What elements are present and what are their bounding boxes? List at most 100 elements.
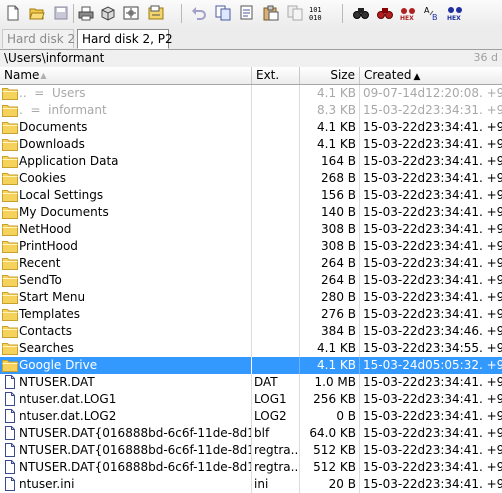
folder-icon (2, 222, 18, 236)
name-cell[interactable]: .. = Users (2, 85, 252, 102)
options-icon[interactable] (122, 4, 140, 22)
ext-cell: DAT (252, 374, 300, 391)
file-row[interactable]: ntuser.ini ini 20 B 15-03-22d23:34:41. +9 (0, 476, 502, 493)
sort-ascending-icon: ▲ (413, 72, 421, 82)
column-header-size[interactable]: Size (300, 67, 360, 84)
name-cell[interactable]: PrintHood (2, 238, 252, 255)
folder-icon (2, 256, 18, 270)
name-cell[interactable]: NTUSER.DAT{016888bd-6c6f-11de-8d1d... (2, 459, 252, 476)
folder-row[interactable]: PrintHood 308 B 15-03-22d23:34:41. +9 (0, 238, 502, 255)
file-row[interactable]: NTUSER.DAT DAT 1.0 MB 15-03-22d23:34:41. +9 (0, 374, 502, 391)
binary-icon[interactable]: 101 010 (308, 4, 326, 22)
folder-row[interactable]: My Documents 140 B 15-03-22d23:34:41. +9 (0, 204, 502, 221)
cut-icon[interactable] (238, 4, 256, 22)
parent-dir-row[interactable]: .. = Users 4.1 KB 09-07-14d12:20:08. +9 (0, 85, 502, 102)
folder-row[interactable]: Cookies 268 B 15-03-22d23:34:41. +9 (0, 170, 502, 187)
name-cell[interactable]: Google Drive (2, 357, 252, 374)
print-icon[interactable] (77, 4, 95, 22)
folder-row[interactable]: Documents 4.1 KB 15-03-22d23:34:41. +9 (0, 119, 502, 136)
folder-icon (2, 120, 18, 134)
file-row[interactable]: NTUSER.DAT{016888bd-6c6f-11de-8d1d... reg… (0, 459, 502, 476)
name-cell[interactable]: Application Data (2, 153, 252, 170)
size-cell: 276 B (300, 306, 360, 323)
size-cell: 512 KB (300, 459, 360, 476)
find-text-icon[interactable] (376, 4, 394, 22)
name-cell[interactable]: . = informant (2, 102, 252, 119)
column-size-label: Size (330, 68, 355, 82)
folder-row[interactable]: Start Menu 280 B 15-03-22d23:34:41. +9 (0, 289, 502, 306)
created-cell: 15-03-22d23:34:31. +9 (363, 103, 502, 117)
folder-row[interactable]: Templates 276 B 15-03-22d23:34:41. +9 (0, 306, 502, 323)
created-cell: 15-03-22d23:34:41. +9 (363, 222, 502, 236)
folder-row[interactable]: Application Data 164 B 15-03-22d23:34:41. … (0, 153, 502, 170)
folder-row[interactable]: Local Settings 156 B 15-03-22d23:34:41. +9 (0, 187, 502, 204)
size-cell: 140 B (300, 204, 360, 221)
file-name: NetHood (19, 222, 72, 236)
name-cell[interactable]: ntuser.ini (2, 476, 252, 493)
find-icon[interactable] (352, 4, 370, 22)
name-cell[interactable]: NTUSER.DAT{016888bd-6c6f-11de-8d1d... (2, 442, 252, 459)
save-icon[interactable] (52, 4, 70, 22)
file-name: Start Menu (19, 290, 86, 304)
file-row[interactable]: ntuser.dat.LOG1 LOG1 256 KB 15-03-22d23:34:… (0, 391, 502, 408)
name-cell[interactable]: Searches (2, 340, 252, 357)
folder-row[interactable]: Downloads 4.1 KB 15-03-22d23:34:41. +9 (0, 136, 502, 153)
size-cell: 1.0 MB (300, 374, 360, 391)
tab-hard-disk-2[interactable]: Hard disk 2 (2, 29, 75, 48)
properties-icon[interactable] (99, 4, 117, 22)
name-cell[interactable]: Contacts (2, 323, 252, 340)
open-icon[interactable] (28, 4, 46, 22)
properties2-icon[interactable] (147, 4, 165, 22)
name-cell[interactable]: Cookies (2, 170, 252, 187)
size-cell: 4.1 KB (300, 119, 360, 136)
created-cell: 15-03-22d23:34:41. +9 (363, 273, 502, 287)
parent-dir-row[interactable]: . = informant 8.3 KB 15-03-22d23:34:31. +9 (0, 102, 502, 119)
folder-row[interactable]: Google Drive 4.1 KB 15-03-24d05:05:32. +9 (0, 357, 502, 374)
name-cell[interactable]: ntuser.dat.LOG1 (2, 391, 252, 408)
tab-hard-disk-2-p2[interactable]: Hard disk 2, P2 (77, 29, 173, 49)
name-cell[interactable]: SendTo (2, 272, 252, 289)
file-row[interactable]: NTUSER.DAT{016888bd-6c6f-11de-8d1d... reg… (0, 442, 502, 459)
name-cell[interactable]: Start Menu (2, 289, 252, 306)
file-name: informant (48, 103, 107, 117)
created-cell: 15-03-22d23:34:41. +9 (363, 205, 502, 219)
name-cell[interactable]: Templates (2, 306, 252, 323)
name-cell[interactable]: NetHood (2, 221, 252, 238)
name-cell[interactable]: NTUSER.DAT (2, 374, 252, 391)
file-row[interactable]: NTUSER.DAT{016888bd-6c6f-11de-8d1d... blf… (0, 425, 502, 442)
paste-special-icon[interactable] (286, 4, 304, 22)
folder-row[interactable]: Contacts 384 B 15-03-22d23:34:46. +9 (0, 323, 502, 340)
name-cell[interactable]: Downloads (2, 136, 252, 153)
name-cell[interactable]: ntuser.dat.LOG2 (2, 408, 252, 425)
paste-icon[interactable] (262, 4, 280, 22)
file-row[interactable]: ntuser.dat.LOG2 LOG2 0 B 15-03-22d23:34:41.… (0, 408, 502, 425)
column-header-created[interactable]: Created ▲ (360, 67, 502, 84)
folder-row[interactable]: Searches 4.1 KB 15-03-22d23:34:55. +9 (0, 340, 502, 357)
size-cell: 308 B (300, 238, 360, 255)
name-cell[interactable]: Documents (2, 119, 252, 136)
list-header: Name▲ Ext. Size Created ▲ (0, 67, 502, 85)
column-header-ext[interactable]: Ext. (252, 67, 300, 84)
find-hex-icon[interactable]: HEX (399, 4, 417, 22)
folder-icon (2, 358, 18, 372)
created-cell: 15-03-22d23:34:41. +9 (363, 171, 502, 185)
folder-row[interactable]: Recent 264 B 15-03-22d23:34:41. +9 (0, 255, 502, 272)
undo-icon[interactable] (190, 4, 208, 22)
ext-cell (252, 272, 300, 289)
column-header-name[interactable]: Name▲ (0, 67, 252, 84)
replace-text-icon[interactable]: AB (423, 4, 441, 22)
created-cell: 15-03-22d23:34:41. +9 (363, 307, 502, 321)
secondary-sort-icon: ▲ (40, 71, 47, 80)
copy-icon[interactable] (214, 4, 232, 22)
folder-row[interactable]: NetHood 308 B 15-03-22d23:34:41. +9 (0, 221, 502, 238)
new-icon[interactable] (4, 4, 22, 22)
name-cell[interactable]: My Documents (2, 204, 252, 221)
size-cell: 4.1 KB (300, 340, 360, 357)
folder-icon (2, 86, 18, 100)
name-cell[interactable]: NTUSER.DAT{016888bd-6c6f-11de-8d1d... (2, 425, 252, 442)
file-icon (2, 409, 18, 423)
name-cell[interactable]: Recent (2, 255, 252, 272)
replace-hex-icon[interactable]: HEX (446, 4, 464, 22)
name-cell[interactable]: Local Settings (2, 187, 252, 204)
folder-row[interactable]: SendTo 264 B 15-03-22d23:34:41. +9 (0, 272, 502, 289)
